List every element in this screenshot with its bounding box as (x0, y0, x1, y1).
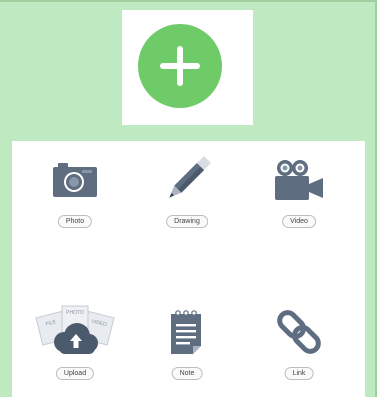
photo-label: Photo (57, 215, 93, 228)
link-option[interactable]: Link (244, 297, 354, 397)
upload-photo-text: PHOTO (66, 310, 84, 316)
chain-link-icon (277, 310, 321, 354)
add-card (122, 10, 253, 125)
video-option[interactable]: Video (244, 145, 354, 245)
upload-label: Upload (55, 367, 95, 380)
drawing-option[interactable]: Drawing (132, 145, 242, 245)
upload-option[interactable]: FILE VIDEO PHOTO Upload (20, 297, 130, 397)
drawing-label: Drawing (166, 215, 208, 228)
window-top-edge (0, 0, 377, 2)
pencil-icon (169, 155, 212, 198)
link-label: Link (284, 367, 314, 380)
notepad-icon (171, 310, 201, 354)
note-label: Note (171, 367, 203, 380)
cloud-upload-icon: FILE VIDEO PHOTO (35, 305, 115, 354)
content-type-panel: Photo Drawing Video FILE VIDEO PHOTO Upl… (12, 141, 365, 397)
video-camera-icon (275, 160, 323, 200)
photo-option[interactable]: Photo (20, 145, 130, 245)
note-option[interactable]: Note (132, 297, 242, 397)
camera-icon (53, 163, 97, 197)
add-button[interactable] (138, 24, 222, 108)
video-label: Video (282, 215, 316, 228)
